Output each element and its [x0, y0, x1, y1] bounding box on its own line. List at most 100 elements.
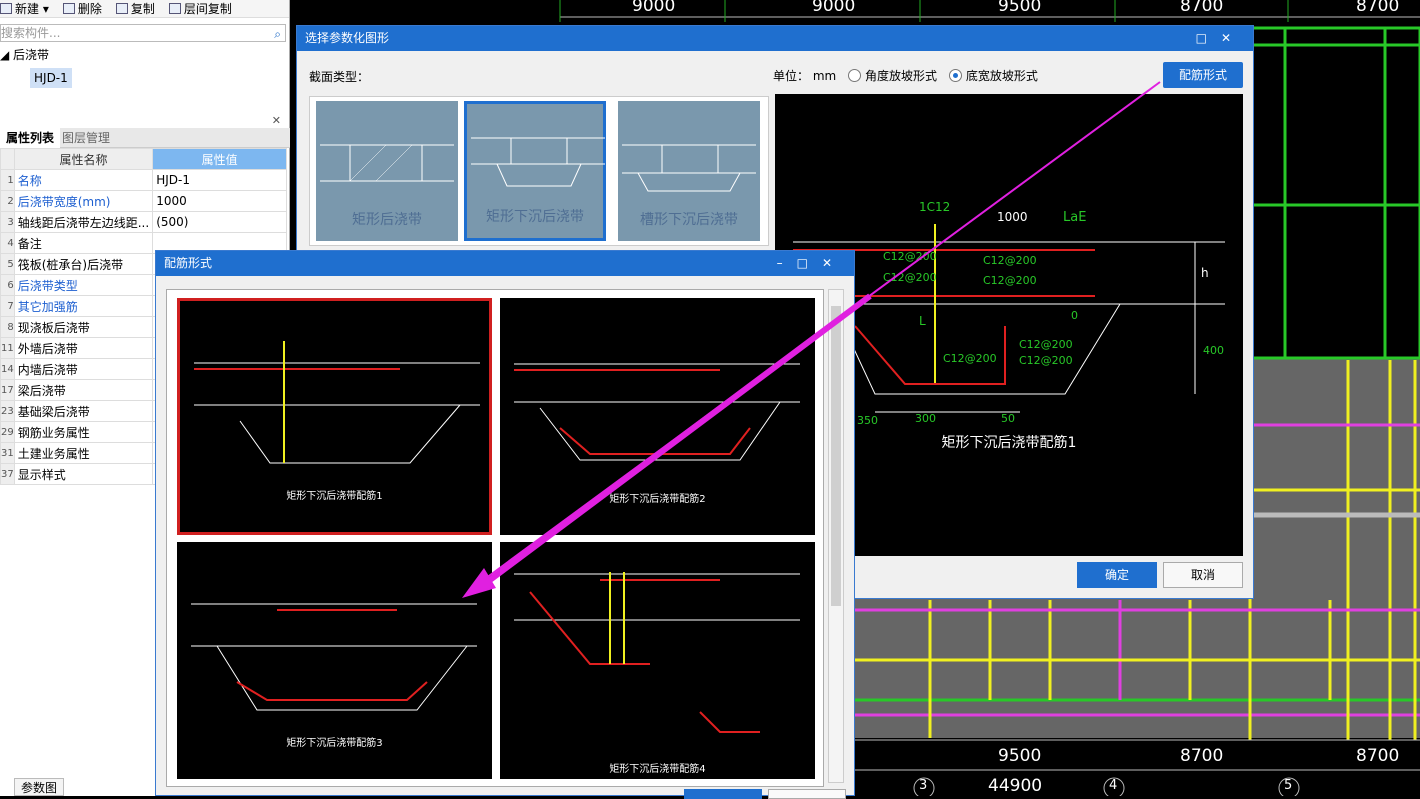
cad-dim-top: 8700 [1356, 0, 1400, 16]
thumb-groove-sunk-band[interactable]: 槽形下沉后浇带 [618, 101, 760, 241]
property-name: 现浇板后浇带 [13, 316, 154, 338]
row-number: 6 [0, 274, 15, 296]
rebar-form-option-3[interactable]: 矩形下沉后浇带配筋3 [177, 542, 492, 779]
floor-copy-button[interactable]: 层间复制 [168, 0, 232, 17]
search-input[interactable]: 搜索构件... ⌕ [0, 24, 286, 42]
floor-copy-icon [168, 3, 181, 14]
table-row[interactable]: 2 后浇带宽度(mm) 1000 [0, 190, 287, 212]
new-icon [0, 3, 12, 14]
row-number: 4 [0, 232, 15, 254]
preview-label: C12@200 [1019, 354, 1073, 367]
row-number: 37 [0, 463, 15, 485]
property-name: 钢筋业务属性 [13, 421, 154, 443]
table-row[interactable]: 3 轴线距后浇带左边线距... (500) [0, 211, 287, 233]
close-icon[interactable]: ✕ [272, 114, 281, 127]
rebar-form-option-4[interactable]: 矩形下沉后浇带配筋4 [500, 542, 815, 779]
preview-label: L [919, 314, 926, 328]
row-number: 2 [0, 190, 15, 212]
row-number: 11 [0, 337, 15, 359]
property-name: 内墙后浇带 [13, 358, 154, 380]
row-num-header [0, 148, 15, 170]
property-name: 名称 [13, 169, 154, 191]
thumb-label: 矩形后浇带 [352, 212, 422, 228]
rebar-form-option-1[interactable]: 矩形下沉后浇带配筋1 [177, 298, 492, 535]
preview-label: C12@200 [1019, 338, 1073, 351]
tree-node-root[interactable]: ◢ 后浇带 [0, 46, 290, 64]
row-number: 5 [0, 253, 15, 275]
copy-icon [115, 3, 128, 14]
property-value[interactable]: HJD-1 [152, 169, 287, 191]
preview-label: C12@200 [883, 250, 937, 263]
cancel-button[interactable]: 取消 [1163, 562, 1243, 588]
new-button[interactable]: 新建 ▾ [0, 0, 49, 17]
property-value[interactable]: 1000 [152, 190, 287, 212]
close-icon[interactable]: ✕ [1221, 31, 1245, 45]
rebar-form-option-2[interactable]: 矩形下沉后浇带配筋2 [500, 298, 815, 535]
preview-label: C12@200 [983, 274, 1037, 287]
dialog-title: 选择参数化图形 [305, 31, 390, 45]
rebar-form-button[interactable]: 配筋形式 [1163, 62, 1243, 88]
thumb-rect-band[interactable]: 矩形后浇带 [316, 101, 458, 241]
thumb-label: 矩形下沉后浇带 [486, 209, 584, 225]
row-number: 17 [0, 379, 15, 401]
row-number: 29 [0, 421, 15, 443]
copy-button[interactable]: 复制 [115, 0, 155, 17]
row-number: 3 [0, 211, 15, 233]
radio-width-slope[interactable] [948, 69, 962, 82]
preview-label: h [1201, 266, 1209, 280]
col-header-name: 属性名称 [13, 148, 154, 170]
tree-node-item[interactable]: HJD-1 [30, 68, 72, 88]
component-tree: ◢ 后浇带 HJD-1 [0, 46, 290, 88]
minimize-icon[interactable]: – [777, 256, 797, 270]
cad-total-dim: 44900 [988, 776, 1043, 796]
close-icon[interactable]: ✕ [822, 256, 846, 270]
radio-angle-slope[interactable] [848, 69, 862, 82]
option-caption: 矩形下沉后浇带配筋1 [286, 491, 383, 502]
property-name: 基础梁后浇带 [13, 400, 154, 422]
radio-angle-label: 角度放坡形式 [865, 69, 938, 83]
delete-label: 删除 [77, 2, 102, 16]
radio-width-label: 底宽放坡形式 [965, 69, 1038, 83]
maximize-icon[interactable]: □ [797, 256, 822, 270]
option-caption: 矩形下沉后浇带配筋4 [609, 764, 706, 775]
section-type-label: 截面类型： [309, 70, 370, 84]
table-row[interactable]: 1 名称 HJD-1 [0, 169, 287, 191]
property-name: 梁后浇带 [13, 379, 154, 401]
preview-label: C12@200 [943, 352, 997, 365]
cad-dim-top: 9000 [632, 0, 676, 16]
tab-param-drawing[interactable]: 参数图 [14, 778, 65, 796]
cancel-button-partial[interactable] [768, 789, 846, 799]
maximize-icon[interactable]: □ [1196, 31, 1221, 45]
property-name: 外墙后浇带 [13, 337, 154, 359]
preview-label: 0 [1071, 309, 1078, 322]
dialog-title: 配筋形式 [164, 256, 213, 270]
panel-tabs: 属性列表 图层管理 [0, 128, 290, 148]
property-name: 土建业务属性 [13, 442, 154, 464]
search-icon[interactable]: ⌕ [274, 26, 281, 42]
preview-label: 50 [1001, 412, 1015, 425]
row-number: 23 [0, 400, 15, 422]
property-name: 其它加强筋 [13, 295, 154, 317]
vertical-scrollbar[interactable] [828, 289, 844, 783]
scrollbar-thumb[interactable] [831, 306, 841, 606]
property-name: 后浇带类型 [13, 274, 154, 296]
rebar-form-dialog: 配筋形式 –□✕ 矩形下沉后浇带配筋1 矩形下沉后浇带配筋2 矩形下沉后浇带配筋3… [155, 250, 855, 799]
tab-layer-manage[interactable]: 图层管理 [56, 128, 116, 148]
property-value[interactable]: (500) [152, 211, 287, 233]
copy-label: 复制 [130, 2, 155, 16]
preview-label: 1C12 [919, 200, 951, 214]
row-number: 1 [0, 169, 15, 191]
thumb-rect-sunk-band[interactable]: 矩形下沉后浇带 [464, 101, 606, 241]
preview-label: LaE [1063, 210, 1087, 225]
dialog-titlebar: 配筋形式 –□✕ [156, 251, 854, 276]
axis-bubble: 5 [1284, 778, 1293, 793]
search-placeholder: 搜索构件... [1, 26, 61, 40]
ok-button[interactable]: 确定 [1077, 562, 1157, 588]
property-name: 筏板(桩承台)后浇带 [13, 253, 154, 275]
delete-button[interactable]: 删除 [62, 0, 102, 17]
unit-row: 单位： mm 角度放坡形式 底宽放坡形式 [773, 67, 1038, 84]
ok-button-partial[interactable] [684, 789, 762, 799]
col-header-value: 属性值 [152, 148, 287, 170]
preview-label: C12@200 [883, 271, 937, 284]
tab-attr-list[interactable]: 属性列表 [0, 128, 61, 148]
